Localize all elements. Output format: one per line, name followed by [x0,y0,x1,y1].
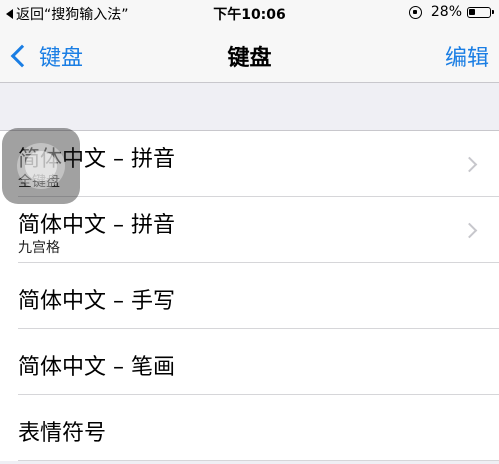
keyboard-row-handwriting[interactable]: 简体中文 – 手写 [0,263,499,329]
keyboard-title: 简体中文 – 笔画 [18,355,175,380]
page-title: 键盘 [227,46,272,71]
keyboard-row-pinyin-9key[interactable]: 简体中文 – 拼音 九宫格 [0,197,499,263]
keyboard-row-emoji[interactable]: 表情符号 [0,395,499,461]
status-bar: 返回“搜狗输入法” 下午10:06 28% [0,0,499,26]
navigation-bar: 键盘 键盘 编辑 [0,26,499,83]
edit-button[interactable]: 编辑 [445,40,489,72]
chevron-right-icon [461,222,478,239]
keyboard-subtitle: 九宫格 [18,240,60,256]
battery-icon [467,6,494,18]
keyboard-row-stroke[interactable]: 简体中文 – 笔画 [0,329,499,395]
battery-percent: 28% [430,4,462,20]
status-indicators: 28% [408,4,494,20]
keyboard-title: 表情符号 [18,421,107,446]
rotation-lock-icon [408,5,422,19]
chevron-right-icon [461,156,478,173]
assistive-touch-button[interactable] [2,128,80,204]
keyboard-title: 简体中文 – 手写 [18,289,175,314]
keyboard-title: 简体中文 – 拼音 [18,213,175,238]
